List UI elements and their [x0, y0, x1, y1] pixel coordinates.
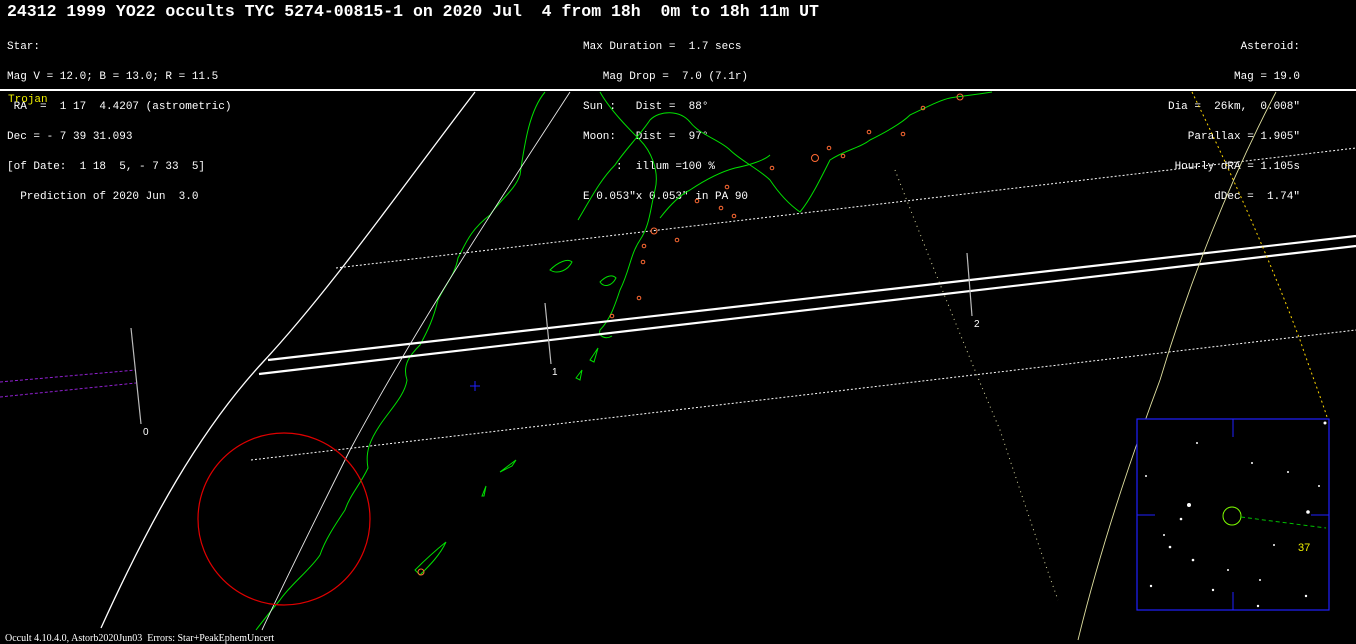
time-marker-1: 1 — [552, 367, 558, 378]
city-marker — [641, 243, 647, 249]
time-tick-1 — [544, 302, 552, 365]
city-marker — [609, 313, 615, 319]
coastline-isle — [575, 369, 583, 381]
coastline-island-chain — [577, 91, 993, 221]
time-marker-0: 0 — [143, 427, 149, 438]
coastline-isle — [414, 541, 447, 576]
south-path-limit — [258, 244, 1356, 376]
longitude-line — [261, 91, 571, 631]
sub-point-marker — [470, 381, 480, 391]
city-marker — [694, 198, 700, 204]
coastline-isle — [499, 459, 517, 473]
coastline-isle — [549, 259, 573, 273]
north-uncertainty-line — [335, 147, 1356, 269]
coastline-mainland — [599, 91, 657, 339]
city-marker — [811, 154, 819, 162]
city-marker — [826, 145, 832, 151]
coastline-isle — [599, 275, 617, 286]
coastline-isle — [589, 347, 599, 363]
city-marker — [674, 237, 680, 243]
finder-label: 37 — [1298, 542, 1310, 554]
time-ticks — [130, 252, 973, 425]
coastline-isle — [481, 485, 487, 497]
city-marker — [769, 165, 775, 171]
coastline-western-shore — [659, 154, 771, 219]
occultation-map: 0 1 2 37 — [0, 91, 1356, 641]
city-marker — [900, 131, 906, 137]
city-marker — [636, 295, 642, 301]
time-markers: 0 1 2 — [143, 319, 980, 438]
secondary-path — [0, 369, 137, 398]
city-marker — [640, 259, 646, 265]
terminator-line — [894, 169, 1059, 601]
north-path-limit — [267, 234, 1356, 362]
city-marker — [731, 213, 737, 219]
observer-circle — [197, 432, 371, 606]
city-marker — [866, 129, 872, 135]
time-tick-0 — [130, 327, 142, 425]
city-marker — [718, 205, 724, 211]
city-marker — [724, 184, 730, 190]
city-marker — [840, 153, 846, 159]
secondary-path-north — [0, 369, 137, 383]
footer-credits: Occult 4.10.4.0, Astorb2020Jun03 Errors:… — [5, 633, 275, 644]
finder-chart: 37 — [1136, 418, 1330, 611]
central-path — [258, 234, 1356, 376]
uncertainty-paths — [250, 147, 1356, 461]
time-tick-2 — [966, 252, 973, 317]
terminator-line — [1191, 91, 1329, 421]
secondary-path-south — [0, 382, 137, 398]
finder-frame — [1136, 418, 1330, 611]
time-marker-2: 2 — [974, 319, 980, 330]
earth-limb — [100, 91, 476, 629]
